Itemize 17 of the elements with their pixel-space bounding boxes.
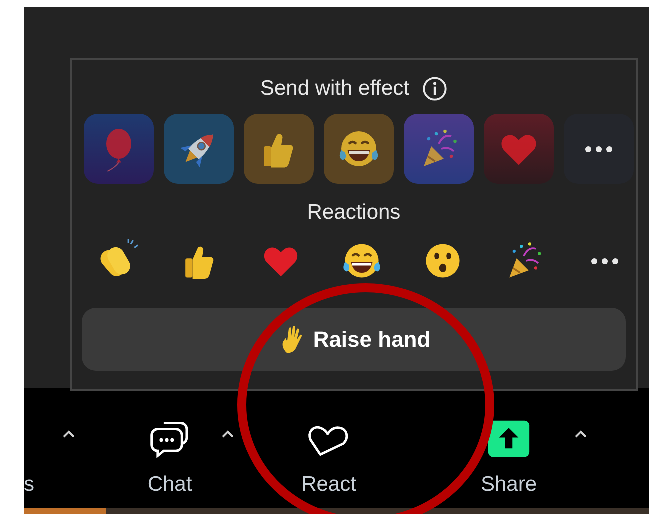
effect-button[interactable] bbox=[324, 114, 394, 184]
section-title: Send with effect bbox=[260, 76, 410, 102]
raise-hand-button[interactable]: Raise hand bbox=[82, 308, 626, 371]
info-icon bbox=[422, 76, 448, 102]
effect-button[interactable] bbox=[404, 114, 474, 184]
caret-icon bbox=[62, 429, 76, 439]
section-title: Reactions bbox=[307, 200, 401, 226]
effect-button[interactable] bbox=[164, 114, 234, 184]
effect-button[interactable] bbox=[244, 114, 314, 184]
caret-icon bbox=[574, 429, 588, 439]
toolbar-button[interactable]: Share bbox=[469, 388, 549, 498]
more-icon bbox=[591, 258, 619, 264]
toolbar-button[interactable]: Chat bbox=[130, 388, 210, 498]
toolbar-button[interactable]: s bbox=[24, 388, 38, 498]
caret-icon bbox=[221, 429, 235, 439]
toolbar-button[interactable]: React bbox=[289, 388, 369, 498]
more-icon bbox=[585, 146, 613, 152]
